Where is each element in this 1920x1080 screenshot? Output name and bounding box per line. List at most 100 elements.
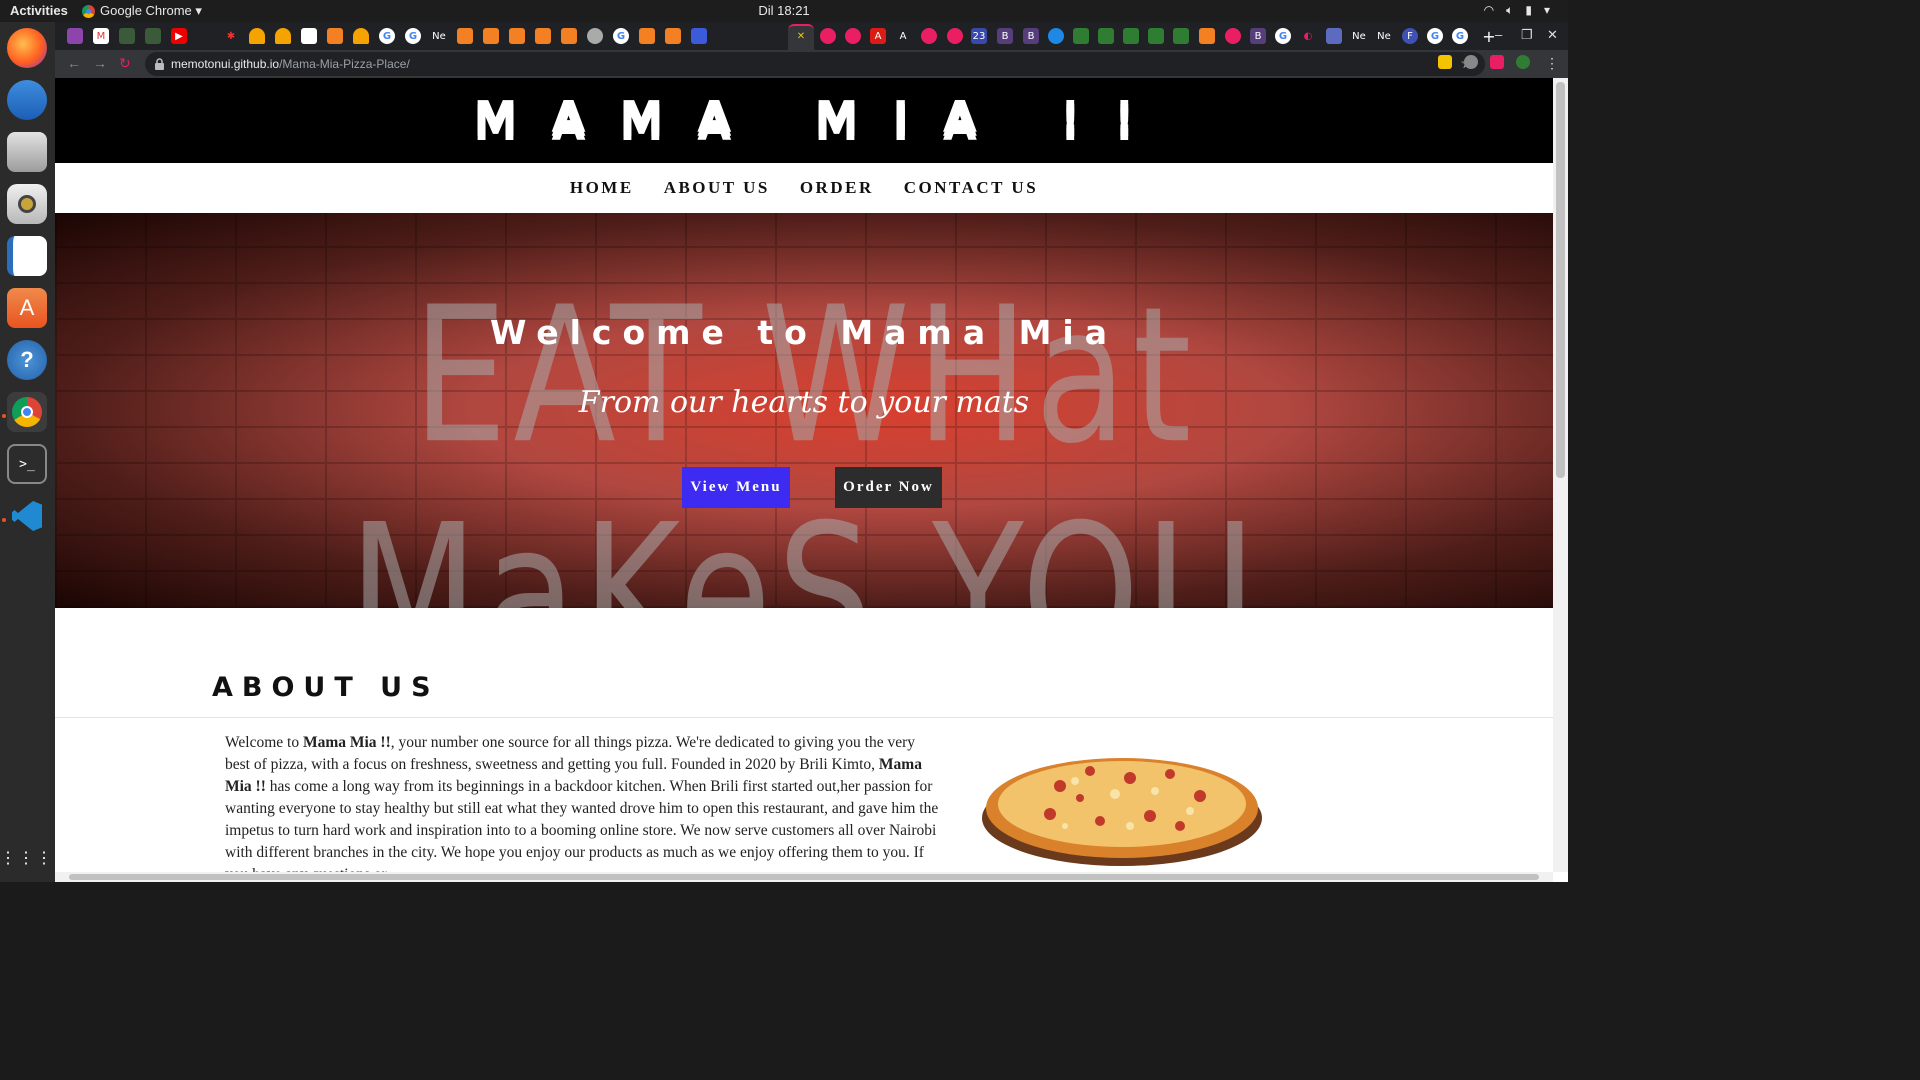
kebab-menu-icon[interactable]: ⋮ bbox=[1545, 55, 1559, 72]
rhythmbox-icon[interactable] bbox=[7, 184, 47, 224]
tab-favicon[interactable] bbox=[921, 28, 937, 44]
google-tab-icon[interactable]: G bbox=[405, 28, 421, 44]
lock-icon bbox=[155, 57, 164, 70]
address-bar[interactable]: memotonui.github.io/Mama-Mia-Pizza-Place… bbox=[145, 52, 1485, 76]
system-tray[interactable]: ◠ 🔈︎ ▮ ▾ bbox=[1484, 3, 1550, 18]
brand-name: Mama Mia !! bbox=[302, 734, 391, 751]
tab-favicon[interactable] bbox=[1173, 28, 1189, 44]
tab-favicon[interactable] bbox=[67, 28, 83, 44]
close-icon[interactable]: ✕ bbox=[793, 28, 809, 44]
vscode-icon[interactable] bbox=[7, 496, 47, 536]
stackoverflow-tab-icon[interactable] bbox=[561, 28, 577, 44]
maximize-icon[interactable]: ❐ bbox=[1521, 27, 1533, 43]
chrome-dock-icon[interactable] bbox=[7, 392, 47, 432]
site-logo[interactable]: MAMA MIA !! bbox=[55, 92, 1553, 143]
tab-favicon[interactable] bbox=[947, 28, 963, 44]
firefox-icon[interactable] bbox=[7, 28, 47, 68]
google-tab-icon[interactable]: G bbox=[613, 28, 629, 44]
order-now-button[interactable]: Order Now bbox=[835, 467, 942, 508]
forward-icon[interactable]: → bbox=[93, 55, 107, 71]
google-tab-icon[interactable]: G bbox=[379, 28, 395, 44]
tab-favicon[interactable] bbox=[1048, 28, 1064, 44]
extension-icon[interactable] bbox=[1464, 55, 1478, 69]
google-tab-icon[interactable]: G bbox=[1452, 28, 1468, 44]
thunderbird-icon[interactable] bbox=[7, 80, 47, 120]
tab-favicon[interactable]: ◐ bbox=[1300, 28, 1316, 44]
activities-button[interactable]: Activities bbox=[10, 3, 68, 18]
main-nav: HOME ABOUT US ORDER CONTACT US bbox=[55, 163, 1553, 213]
writer-icon[interactable] bbox=[7, 236, 47, 276]
horizontal-scrollbar[interactable] bbox=[55, 872, 1553, 882]
stackoverflow-tab-icon[interactable] bbox=[535, 28, 551, 44]
firebase-tab-icon[interactable] bbox=[353, 28, 369, 44]
tab-favicon[interactable] bbox=[691, 28, 707, 44]
files-icon[interactable] bbox=[7, 132, 47, 172]
chevron-down-icon: ▾ bbox=[1543, 3, 1550, 17]
angular-tab-icon[interactable]: A bbox=[870, 28, 886, 44]
bootstrap-tab-icon[interactable]: B bbox=[1250, 28, 1266, 44]
stackoverflow-tab-icon[interactable] bbox=[327, 28, 343, 44]
firebase-tab-icon[interactable] bbox=[275, 28, 291, 44]
puzzle-icon[interactable] bbox=[1490, 55, 1504, 69]
stackoverflow-tab-icon[interactable] bbox=[665, 28, 681, 44]
tab-favicon[interactable] bbox=[1073, 28, 1089, 44]
software-icon[interactable]: A bbox=[7, 288, 47, 328]
bootstrap-tab-icon[interactable]: B bbox=[997, 28, 1013, 44]
tab-favicon[interactable] bbox=[1326, 28, 1342, 44]
tab-favicon[interactable] bbox=[820, 28, 836, 44]
tab-favicon[interactable]: Ne bbox=[431, 28, 447, 44]
vertical-scrollbar[interactable] bbox=[1553, 78, 1568, 872]
tab-favicon[interactable] bbox=[1098, 28, 1114, 44]
running-indicator bbox=[2, 414, 6, 418]
firebase-tab-icon[interactable] bbox=[249, 28, 265, 44]
google-tab-icon[interactable]: G bbox=[1427, 28, 1443, 44]
nav-about-us[interactable]: ABOUT US bbox=[664, 178, 770, 198]
pizza-image bbox=[980, 726, 1265, 871]
stackoverflow-tab-icon[interactable] bbox=[1199, 28, 1215, 44]
profile-avatar[interactable] bbox=[1516, 55, 1530, 69]
tab-favicon[interactable] bbox=[145, 28, 161, 44]
about-section-title: ABOUT US bbox=[212, 672, 440, 703]
stackoverflow-tab-icon[interactable] bbox=[483, 28, 499, 44]
app-menu[interactable]: Google Chrome ▾ bbox=[82, 3, 202, 19]
stackoverflow-tab-icon[interactable] bbox=[509, 28, 525, 44]
tab-favicon[interactable]: A bbox=[895, 28, 911, 44]
wifi-icon: ◠ bbox=[1483, 3, 1495, 17]
window-close-icon[interactable]: ✕ bbox=[1547, 27, 1558, 43]
extension-icon[interactable] bbox=[1438, 55, 1452, 69]
gmail-tab-icon[interactable]: M bbox=[93, 28, 109, 44]
view-menu-button[interactable]: View Menu bbox=[682, 467, 790, 508]
tab-favicon[interactable] bbox=[1148, 28, 1164, 44]
running-indicator bbox=[2, 518, 6, 522]
tab-favicon[interactable] bbox=[1123, 28, 1139, 44]
nav-order[interactable]: ORDER bbox=[800, 178, 874, 198]
google-tab-icon[interactable]: G bbox=[1275, 28, 1291, 44]
scrollbar-thumb[interactable] bbox=[69, 874, 1539, 880]
clock[interactable]: Dil 18:21 bbox=[0, 3, 1568, 18]
stackoverflow-tab-icon[interactable] bbox=[639, 28, 655, 44]
about-text-part: Welcome to bbox=[225, 734, 303, 751]
bootstrap-tab-icon[interactable]: B bbox=[1023, 28, 1039, 44]
scrollbar-thumb[interactable] bbox=[1556, 82, 1565, 478]
tab-favicon[interactable] bbox=[587, 28, 603, 44]
stackoverflow-tab-icon[interactable] bbox=[457, 28, 473, 44]
tab-favicon[interactable] bbox=[1225, 28, 1241, 44]
calendar-tab-icon[interactable]: 23 bbox=[971, 28, 987, 44]
tab-favicon[interactable]: Ne bbox=[1351, 28, 1367, 44]
reload-icon[interactable]: ↻ bbox=[119, 55, 131, 72]
tab-favicon[interactable] bbox=[301, 28, 317, 44]
help-icon[interactable]: ? bbox=[7, 340, 47, 380]
youtube-tab-icon[interactable]: ▶ bbox=[171, 28, 187, 44]
about-paragraph: Welcome to Mama Mia !!, your number one … bbox=[225, 732, 943, 882]
nav-home[interactable]: HOME bbox=[570, 178, 634, 198]
minimize-icon[interactable]: – bbox=[1495, 27, 1502, 42]
tab-favicon[interactable] bbox=[845, 28, 861, 44]
tab-favicon[interactable] bbox=[119, 28, 135, 44]
nav-contact-us[interactable]: CONTACT US bbox=[904, 178, 1038, 198]
terminal-icon[interactable]: >_ bbox=[7, 444, 47, 484]
show-apps-icon[interactable]: ⋮⋮⋮ bbox=[0, 838, 52, 878]
tab-favicon[interactable]: F bbox=[1402, 28, 1418, 44]
tab-favicon[interactable]: Ne bbox=[1376, 28, 1392, 44]
tab-favicon[interactable]: ✱ bbox=[223, 28, 239, 44]
back-icon[interactable]: ← bbox=[67, 55, 81, 71]
